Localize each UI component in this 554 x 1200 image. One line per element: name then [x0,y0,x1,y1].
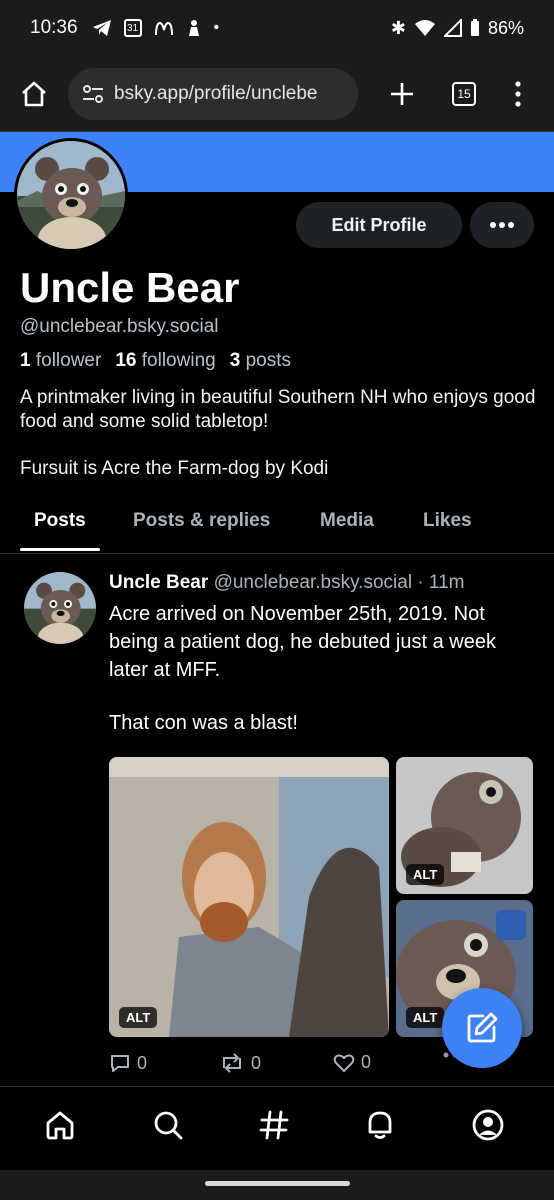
signal-icon [443,19,462,37]
reply-button[interactable]: 0 [109,1052,147,1074]
repost-count: 0 [251,1052,262,1073]
home-button[interactable] [14,74,54,114]
more-notifications-dot: • [213,19,220,36]
telegram-icon [92,20,111,36]
edit-profile-button[interactable]: Edit Profile [296,202,462,248]
browser-toolbar: bsky.app/profile/unclebe 15 [0,56,554,132]
image-alt-badge[interactable]: ALT [406,1007,445,1028]
profile-avatar[interactable] [14,138,128,252]
reply-count: 0 [137,1052,148,1073]
search-icon [154,1111,183,1140]
image-alt-badge[interactable]: ALT [119,1007,158,1028]
person-icon [188,20,199,36]
nav-search[interactable] [148,1105,188,1145]
post-text: Acre arrived on November 25th, 2019. Not… [109,603,496,681]
tab-likes[interactable]: Likes [423,510,472,532]
address-bar[interactable]: bsky.app/profile/unclebe [68,67,358,120]
post-text-second-paragraph: That con was a blast! [109,712,298,734]
vertical-dots-icon [515,80,521,107]
tab-posts-replies[interactable]: Posts & replies [133,510,270,532]
notifications-bell-icon [368,1111,392,1139]
nav-home[interactable] [40,1105,80,1145]
post-header: Uncle Bear @unclebear.bsky.social · 11m [109,572,465,594]
profile-stats: 1 follower 16 following 3 posts [20,350,291,372]
calendar-icon: 31 [123,19,142,37]
url-text: bsky.app/profile/unclebe [114,82,318,104]
tab-count: 15 [452,81,476,106]
notification-icons: 31 • [92,19,220,37]
following-link[interactable]: 16 following [115,350,215,372]
image-alt-badge[interactable]: ALT [406,864,445,885]
post-author-avatar[interactable] [24,572,96,644]
repost-icon [223,1053,241,1073]
followers-link[interactable]: 1 follower [20,350,101,372]
profile-tabs: Posts Posts & replies Media Likes [0,496,554,554]
followers-count: 1 [20,350,31,371]
posts-count: 3 [229,350,241,371]
selfie-photo [109,757,389,1037]
like-button[interactable]: 0 [333,1052,371,1073]
nav-notifications[interactable] [360,1105,400,1145]
tab-media[interactable]: Media [320,510,374,532]
system-gesture-bar [0,1170,554,1200]
following-label: following [141,350,216,371]
profile-handle: @unclebear.bsky.social [20,316,219,337]
repost-button[interactable]: 0 [219,1052,261,1074]
bear-avatar-image [17,141,125,249]
status-bar: 10:36 31 • ✱ 86% [0,0,554,56]
tab-switcher-button[interactable]: 15 [444,74,484,114]
profile-bio-second-paragraph: Fursuit is Acre the Farm-dog by Kodi [20,458,329,479]
post-image-1[interactable]: ALT [109,757,389,1037]
mcdonalds-icon [154,22,173,36]
post-author-name[interactable]: Uncle Bear [109,572,208,593]
feeds-hash-icon [259,1110,289,1140]
nav-profile[interactable] [468,1105,508,1145]
status-time: 10:36 [30,17,78,38]
browser-menu-button[interactable] [498,74,538,114]
post-timestamp[interactable]: · 11m [417,572,464,593]
house-icon [22,81,46,106]
new-tab-button[interactable] [382,74,422,114]
active-tab-indicator [20,548,100,551]
nav-feeds[interactable] [254,1105,294,1145]
bluetooth-icon: ✱ [390,17,406,38]
battery-percent: 86% [487,17,524,38]
plus-icon [391,82,413,105]
home-icon [46,1111,74,1140]
post-image-2[interactable]: ALT [396,757,533,894]
calendar-day: 31 [126,22,139,34]
post-author-handle[interactable]: @unclebear.bsky.social [214,572,412,593]
bear-avatar-image [24,572,96,644]
tab-posts[interactable]: Posts [34,510,86,532]
posts-stat: 3 posts [230,350,291,372]
battery-icon [470,19,479,36]
followers-label: follower [35,350,102,371]
profile-display-name: Uncle Bear [20,264,240,311]
like-count: 0 [361,1052,372,1072]
posts-label: posts [245,350,291,371]
profile-more-button[interactable] [470,202,534,248]
system-icons: ✱ 86% [391,18,524,39]
horizontal-dots-icon [490,222,514,228]
compose-pencil-icon [467,1012,498,1043]
reply-icon [111,1055,129,1072]
bottom-navigation [0,1086,554,1170]
heart-icon [333,1054,355,1072]
home-gesture-handle[interactable] [205,1181,350,1186]
site-settings-icon [83,84,103,103]
profile-bio: A printmaker living in beautiful Souther… [20,387,536,432]
wifi-icon [414,20,435,36]
profile-icon [472,1109,504,1141]
following-count: 16 [115,350,137,371]
compose-post-button[interactable] [442,988,522,1068]
